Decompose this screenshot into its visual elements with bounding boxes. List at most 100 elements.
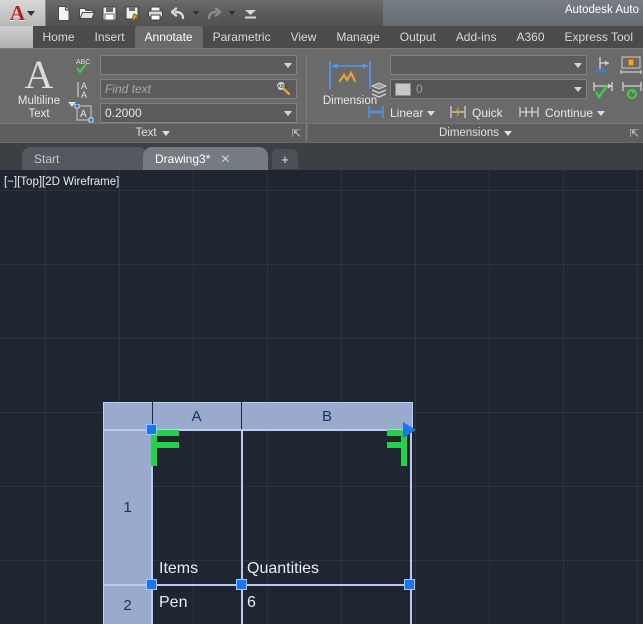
tab-express-tools[interactable]: Express Tool	[555, 26, 643, 48]
panel-dimensions-body: Dimension 0 Linear Quick Continue	[308, 51, 643, 123]
svg-text:A: A	[81, 90, 87, 99]
file-tab-drawing3[interactable]: Drawing3* ✕	[143, 147, 268, 170]
table-row-header-2[interactable]: 2	[103, 585, 152, 624]
save-as-icon[interactable]	[121, 2, 143, 24]
redo-arrow-icon[interactable]	[203, 2, 225, 24]
chevron-down-icon[interactable]	[27, 10, 36, 16]
dimension-inspect-icon[interactable]	[618, 54, 643, 76]
application-menu-button[interactable]: A	[0, 0, 46, 26]
dimension-adjust-space-icon[interactable]	[591, 78, 617, 100]
table-grid-line	[241, 430, 243, 624]
spell-check-icon[interactable]: ABC	[74, 55, 96, 75]
chevron-down-icon[interactable]	[504, 130, 513, 136]
tab-output[interactable]: Output	[390, 26, 446, 48]
svg-text:ABC: ABC	[76, 59, 90, 66]
table-grip-row-mid[interactable]	[236, 579, 247, 590]
table-grip-row-left[interactable]	[146, 579, 157, 590]
acad-table-object[interactable]: A B 1 2 3 4 Items Quantities Pen 6 Table…	[103, 402, 416, 624]
text-style-combo[interactable]	[100, 55, 297, 75]
multiline-text-label-1: Multiline	[17, 95, 61, 107]
new-document-icon[interactable]	[52, 2, 74, 24]
panel-text-footer[interactable]: Text ⇱	[0, 123, 305, 142]
panel-text-title: Text	[135, 127, 157, 139]
quick-access-buttons	[52, 2, 261, 24]
floppy-save-icon[interactable]	[98, 2, 120, 24]
quick-dimension-button[interactable]: Quick	[448, 103, 503, 123]
plus-icon: +	[281, 151, 289, 167]
table-grip-top-left[interactable]	[146, 424, 157, 435]
tab-a360[interactable]: A360	[506, 26, 554, 48]
quick-access-toolbar: A Autodesk Auto	[0, 0, 643, 26]
table-cell-b1[interactable]: Quantities	[247, 560, 319, 578]
scale-text-icon[interactable]: A	[74, 103, 96, 123]
close-icon[interactable]: ✕	[220, 152, 230, 166]
dimension-layer-value: 0	[416, 82, 423, 96]
table-column-header-b[interactable]: B	[241, 402, 413, 430]
multiline-text-icon: A	[24, 52, 54, 97]
dimension-break-icon[interactable]	[591, 54, 615, 76]
tab-view[interactable]: View	[281, 26, 327, 48]
text-height-value: 0.2000	[105, 106, 142, 120]
layers-stack-icon[interactable]	[370, 81, 390, 99]
panel-dimensions-title: Dimensions	[438, 127, 500, 139]
tab-addins[interactable]: Add-ins	[446, 26, 507, 48]
ribbon: A Multiline Text ABC AA A Find text ABC …	[0, 48, 643, 143]
chevron-down-icon[interactable]	[427, 110, 436, 116]
chevron-down-icon[interactable]	[574, 62, 582, 68]
autocad-logo-icon: A	[9, 0, 26, 25]
chevron-down-icon[interactable]	[597, 110, 606, 116]
linear-dimension-label: Linear	[390, 106, 424, 120]
table-grip-bar[interactable]	[387, 442, 407, 448]
printer-icon[interactable]	[144, 2, 166, 24]
find-text-placeholder: Find text	[105, 82, 152, 96]
find-text-input[interactable]: Find text ABC	[100, 79, 297, 99]
linear-dimension-button[interactable]: Linear	[366, 103, 436, 123]
panel-divider	[306, 53, 307, 139]
new-drawing-tab-button[interactable]: +	[272, 149, 298, 169]
open-folder-icon[interactable]	[75, 2, 97, 24]
table-cell-a2[interactable]: Pen	[159, 594, 187, 612]
file-tab-start[interactable]: Start	[22, 147, 147, 170]
file-tab-drawing3-label: Drawing3*	[155, 151, 211, 166]
down-bar-icon[interactable]	[239, 2, 261, 24]
undo-arrow-icon[interactable]	[167, 2, 189, 24]
text-justify-icon[interactable]: AA	[74, 79, 96, 99]
tab-home[interactable]: Home	[33, 26, 85, 48]
panel-dimensions-footer[interactable]: Dimensions ⇱	[308, 123, 643, 142]
chevron-down-icon[interactable]	[574, 86, 582, 92]
table-row-header-1[interactable]: 1	[103, 430, 152, 585]
chevron-down-icon[interactable]	[161, 130, 170, 136]
table-grip-bar[interactable]	[157, 430, 179, 436]
drawing-canvas[interactable]: [−][Top][2D Wireframe] A B 1 2 3 4 Items…	[0, 170, 643, 624]
dimension-layer-combo[interactable]: 0	[390, 79, 587, 99]
tab-annotate[interactable]: Annotate	[134, 26, 203, 48]
dimension-style-combo[interactable]	[390, 55, 587, 75]
multiline-text-button[interactable]: A Multiline Text	[8, 52, 76, 121]
panel-text-dialog-launcher-icon[interactable]: ⇱	[292, 127, 301, 140]
viewport-label[interactable]: [−][Top][2D Wireframe]	[4, 176, 119, 188]
ribbon-tab-bar: Home Insert Annotate Parametric View Man…	[0, 26, 643, 48]
tab-manage[interactable]: Manage	[326, 26, 389, 48]
table-grip-arrow-right[interactable]	[403, 422, 416, 438]
table-cell-b2[interactable]: 6	[247, 594, 256, 612]
panel-text: A Multiline Text ABC AA A Find text ABC …	[0, 51, 305, 142]
undo-dropdown-icon[interactable]	[193, 11, 199, 15]
text-height-combo[interactable]: 0.2000	[100, 103, 297, 123]
file-tab-start-label: Start	[34, 151, 60, 166]
chevron-down-icon[interactable]	[284, 62, 292, 68]
chevron-down-icon[interactable]	[284, 110, 292, 116]
table-cell-a1[interactable]: Items	[159, 560, 198, 578]
continue-dimension-button[interactable]: Continue	[517, 103, 606, 123]
tab-insert[interactable]: Insert	[85, 26, 135, 48]
redo-dropdown-icon[interactable]	[229, 11, 235, 15]
find-text-icon[interactable]: ABC	[274, 80, 292, 98]
table-grip-row-right[interactable]	[404, 579, 415, 590]
window-title: Autodesk Auto	[564, 4, 639, 16]
tab-parametric[interactable]: Parametric	[203, 26, 281, 48]
dimension-update-icon[interactable]	[620, 78, 643, 100]
table-column-header-a[interactable]: A	[152, 402, 241, 430]
layer-color-swatch	[395, 82, 411, 96]
table-grip-bar[interactable]	[157, 442, 179, 448]
panel-dimensions-dialog-launcher-icon[interactable]: ⇱	[630, 127, 639, 140]
continue-dimension-label: Continue	[545, 106, 594, 120]
